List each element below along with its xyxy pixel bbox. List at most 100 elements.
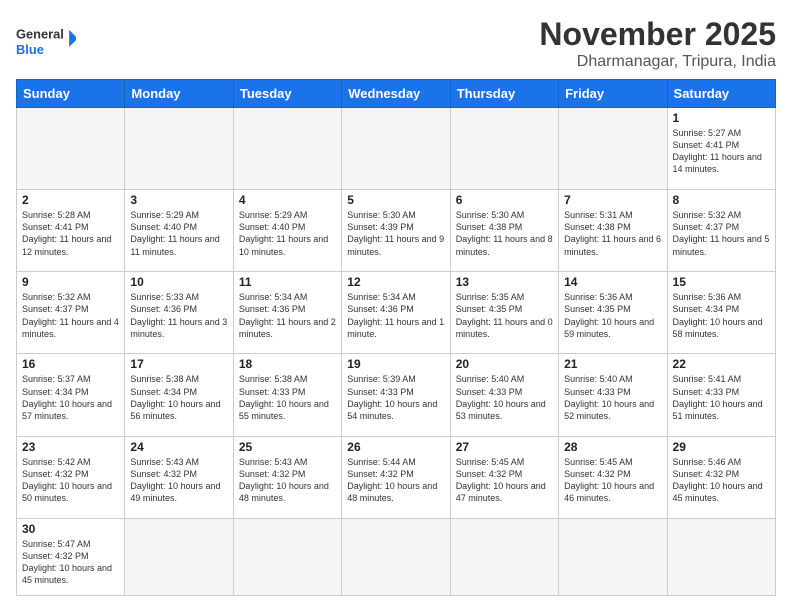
day-number: 18: [239, 357, 336, 371]
day-info: Sunrise: 5:45 AM Sunset: 4:32 PM Dayligh…: [456, 456, 553, 505]
day-info: Sunrise: 5:33 AM Sunset: 4:36 PM Dayligh…: [130, 291, 227, 340]
day-number: 14: [564, 275, 661, 289]
logo: General Blue: [16, 16, 76, 66]
day-number: 26: [347, 440, 444, 454]
day-number: 11: [239, 275, 336, 289]
day-info: Sunrise: 5:34 AM Sunset: 4:36 PM Dayligh…: [347, 291, 444, 340]
day-info: Sunrise: 5:38 AM Sunset: 4:33 PM Dayligh…: [239, 373, 336, 422]
table-row: 26 Sunrise: 5:44 AM Sunset: 4:32 PM Dayli…: [342, 436, 450, 518]
day-number: 23: [22, 440, 119, 454]
table-row: [125, 108, 233, 190]
table-row: 25 Sunrise: 5:43 AM Sunset: 4:32 PM Dayli…: [233, 436, 341, 518]
day-number: 13: [456, 275, 553, 289]
table-row: 4Sunrise: 5:29 AM Sunset: 4:40 PM Daylig…: [233, 190, 341, 272]
day-info: Sunrise: 5:47 AM Sunset: 4:32 PM Dayligh…: [22, 538, 119, 587]
day-info: Sunrise: 5:43 AM Sunset: 4:32 PM Dayligh…: [239, 456, 336, 505]
table-row: 30 Sunrise: 5:47 AM Sunset: 4:32 PM Dayli…: [17, 518, 125, 595]
col-tuesday: Tuesday: [233, 80, 341, 108]
day-number: 15: [673, 275, 770, 289]
day-info: Sunrise: 5:41 AM Sunset: 4:33 PM Dayligh…: [673, 373, 770, 422]
table-row: [233, 518, 341, 595]
title-section: November 2025 Dharmanagar, Tripura, Indi…: [539, 16, 776, 71]
day-number: 9: [22, 275, 119, 289]
table-row: 7 Sunrise: 5:31 AM Sunset: 4:38 PM Daylig…: [559, 190, 667, 272]
day-info: Sunrise: 5:40 AM Sunset: 4:33 PM Dayligh…: [564, 373, 661, 422]
table-row: 1Sunrise: 5:27 AM Sunset: 4:41 PM Daylig…: [667, 108, 775, 190]
table-row: [17, 108, 125, 190]
table-row: 8Sunrise: 5:32 AM Sunset: 4:37 PM Daylig…: [667, 190, 775, 272]
day-number: 21: [564, 357, 661, 371]
table-row: 13 Sunrise: 5:35 AM Sunset: 4:35 PM Dayli…: [450, 272, 558, 354]
table-row: [559, 108, 667, 190]
day-info: Sunrise: 5:36 AM Sunset: 4:35 PM Dayligh…: [564, 291, 661, 340]
table-row: [450, 108, 558, 190]
table-row: [125, 518, 233, 595]
day-info: Sunrise: 5:31 AM Sunset: 4:38 PM Dayligh…: [564, 209, 661, 258]
col-thursday: Thursday: [450, 80, 558, 108]
day-info: Sunrise: 5:44 AM Sunset: 4:32 PM Dayligh…: [347, 456, 444, 505]
day-info: Sunrise: 5:36 AM Sunset: 4:34 PM Dayligh…: [673, 291, 770, 340]
day-number: 24: [130, 440, 227, 454]
day-number: 6: [456, 193, 553, 207]
day-number: 17: [130, 357, 227, 371]
day-number: 19: [347, 357, 444, 371]
day-number: 16: [22, 357, 119, 371]
month-title: November 2025: [539, 16, 776, 53]
day-info: Sunrise: 5:32 AM Sunset: 4:37 PM Dayligh…: [22, 291, 119, 340]
table-row: 15 Sunrise: 5:36 AM Sunset: 4:34 PM Dayli…: [667, 272, 775, 354]
table-row: [342, 518, 450, 595]
header: General Blue November 2025 Dharmanagar, …: [16, 16, 776, 71]
table-row: 27 Sunrise: 5:45 AM Sunset: 4:32 PM Dayli…: [450, 436, 558, 518]
col-saturday: Saturday: [667, 80, 775, 108]
day-info: Sunrise: 5:29 AM Sunset: 4:40 PM Dayligh…: [239, 209, 336, 258]
day-info: Sunrise: 5:34 AM Sunset: 4:36 PM Dayligh…: [239, 291, 336, 340]
table-row: 3Sunrise: 5:29 AM Sunset: 4:40 PM Daylig…: [125, 190, 233, 272]
col-monday: Monday: [125, 80, 233, 108]
table-row: 18 Sunrise: 5:38 AM Sunset: 4:33 PM Dayli…: [233, 354, 341, 436]
table-row: 28Sunrise: 5:45 AM Sunset: 4:32 PM Dayli…: [559, 436, 667, 518]
page: General Blue November 2025 Dharmanagar, …: [0, 0, 792, 612]
day-number: 25: [239, 440, 336, 454]
day-info: Sunrise: 5:46 AM Sunset: 4:32 PM Dayligh…: [673, 456, 770, 505]
day-info: Sunrise: 5:45 AM Sunset: 4:32 PM Dayligh…: [564, 456, 661, 505]
day-number: 20: [456, 357, 553, 371]
day-number: 2: [22, 193, 119, 207]
day-number: 10: [130, 275, 227, 289]
table-row: [342, 108, 450, 190]
day-info: Sunrise: 5:35 AM Sunset: 4:35 PM Dayligh…: [456, 291, 553, 340]
table-row: 16 Sunrise: 5:37 AM Sunset: 4:34 PM Dayli…: [17, 354, 125, 436]
table-row: 12 Sunrise: 5:34 AM Sunset: 4:36 PM Dayli…: [342, 272, 450, 354]
day-number: 12: [347, 275, 444, 289]
table-row: 29 Sunrise: 5:46 AM Sunset: 4:32 PM Dayli…: [667, 436, 775, 518]
day-info: Sunrise: 5:29 AM Sunset: 4:40 PM Dayligh…: [130, 209, 227, 258]
table-row: 20 Sunrise: 5:40 AM Sunset: 4:33 PM Dayli…: [450, 354, 558, 436]
svg-text:Blue: Blue: [16, 42, 44, 57]
table-row: 17 Sunrise: 5:38 AM Sunset: 4:34 PM Dayli…: [125, 354, 233, 436]
logo-svg: General Blue: [16, 16, 76, 66]
day-number: 29: [673, 440, 770, 454]
day-number: 30: [22, 522, 119, 536]
day-info: Sunrise: 5:32 AM Sunset: 4:37 PM Dayligh…: [673, 209, 770, 258]
calendar-header-row: Sunday Monday Tuesday Wednesday Thursday…: [17, 80, 776, 108]
day-info: Sunrise: 5:42 AM Sunset: 4:32 PM Dayligh…: [22, 456, 119, 505]
day-info: Sunrise: 5:40 AM Sunset: 4:33 PM Dayligh…: [456, 373, 553, 422]
table-row: [559, 518, 667, 595]
calendar: Sunday Monday Tuesday Wednesday Thursday…: [16, 79, 776, 596]
table-row: [667, 518, 775, 595]
table-row: 22Sunrise: 5:41 AM Sunset: 4:33 PM Dayli…: [667, 354, 775, 436]
day-number: 27: [456, 440, 553, 454]
table-row: 23 Sunrise: 5:42 AM Sunset: 4:32 PM Dayli…: [17, 436, 125, 518]
table-row: [233, 108, 341, 190]
day-info: Sunrise: 5:38 AM Sunset: 4:34 PM Dayligh…: [130, 373, 227, 422]
table-row: 6Sunrise: 5:30 AM Sunset: 4:38 PM Daylig…: [450, 190, 558, 272]
col-wednesday: Wednesday: [342, 80, 450, 108]
day-info: Sunrise: 5:37 AM Sunset: 4:34 PM Dayligh…: [22, 373, 119, 422]
day-number: 1: [673, 111, 770, 125]
table-row: 21 Sunrise: 5:40 AM Sunset: 4:33 PM Dayli…: [559, 354, 667, 436]
table-row: 14 Sunrise: 5:36 AM Sunset: 4:35 PM Dayli…: [559, 272, 667, 354]
day-number: 7: [564, 193, 661, 207]
table-row: 24Sunrise: 5:43 AM Sunset: 4:32 PM Dayli…: [125, 436, 233, 518]
table-row: [450, 518, 558, 595]
day-info: Sunrise: 5:39 AM Sunset: 4:33 PM Dayligh…: [347, 373, 444, 422]
table-row: 10 Sunrise: 5:33 AM Sunset: 4:36 PM Dayli…: [125, 272, 233, 354]
